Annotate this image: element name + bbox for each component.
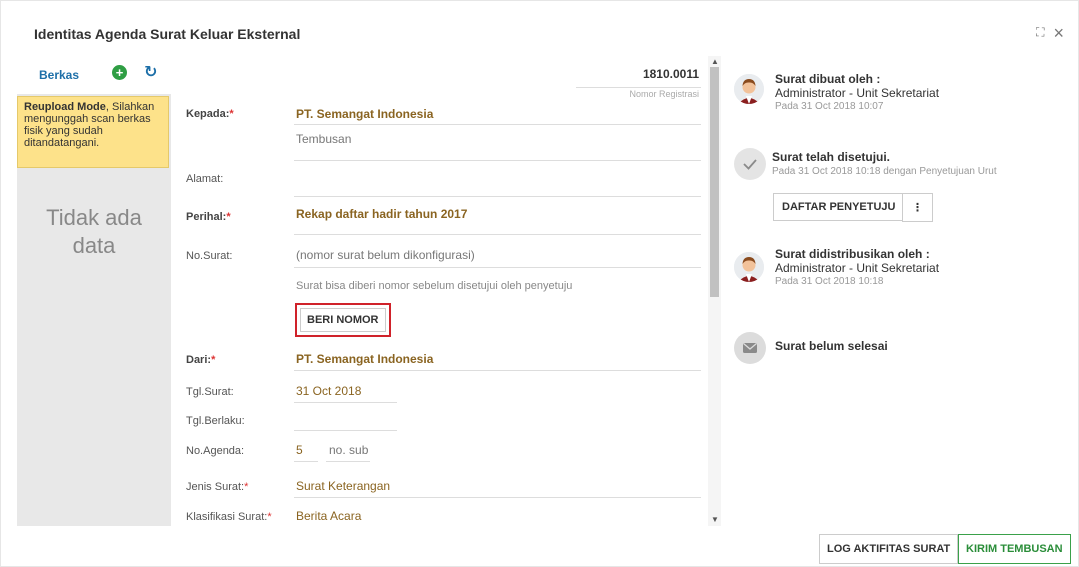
kirim-tembusan-button[interactable]: KIRIM TEMBUSAN [958,534,1071,564]
unfinished-title: Surat belum selesai [775,339,888,353]
header-icons: ⛶ × [1036,24,1064,42]
close-icon[interactable]: × [1053,24,1064,42]
more-options-button[interactable]: ⋮ [902,193,933,222]
no-agenda-underline [294,461,318,462]
dari-label: Dari:* [186,354,216,366]
registration-label: Nomor Registrasi [629,89,699,99]
nosurat-underline [294,267,701,268]
alamat-label: Alamat: [186,173,224,185]
alamat-field[interactable] [294,196,701,197]
form-scrollbar[interactable]: ▲ ▼ [708,56,721,526]
perihal-field[interactable]: Rekap daftar hadir tahun 2017 [296,207,467,221]
created-time: Pada 31 Oct 2018 10:07 [775,101,884,112]
tgl-berlaku-label: Tgl.Berlaku: [186,415,245,427]
nosurat-value: (nomor surat belum dikonfigurasi) [296,248,475,262]
empty-line1: Tidak ada [46,205,142,230]
klasifikasi-label: Klasifikasi Surat:* [186,511,272,523]
perihal-underline [294,234,701,235]
jenis-label: Jenis Surat:* [186,481,249,493]
nosurat-hint: Surat bisa diberi nomor sebelum disetuju… [296,280,573,292]
check-icon [734,148,766,180]
distributed-title: Surat didistribusikan oleh : [775,247,930,261]
attachments-panel: Berkas + ↻ Reupload Mode, Silahkan mengu… [17,56,171,526]
berkas-label: Berkas [39,68,80,82]
beri-nomor-highlight: BERI NOMOR [295,303,391,337]
empty-line2: data [72,233,116,258]
scroll-down-icon[interactable]: ▼ [711,515,719,524]
jenis-underline [294,497,701,498]
nosurat-label: No.Surat: [186,250,233,262]
tgl-surat-label: Tgl.Surat: [186,386,234,398]
empty-state: Tidak ada data [17,204,171,260]
notice-bold: Reupload Mode [24,101,106,113]
scroll-up-icon[interactable]: ▲ [711,57,719,66]
kepada-underline [294,124,701,125]
mail-icon [734,332,766,364]
distributed-by: Administrator - Unit Sekretariat [775,261,940,275]
scroll-thumb[interactable] [710,67,719,297]
no-agenda-field[interactable]: 5 [296,443,303,457]
tgl-surat-underline [294,402,397,403]
dari-field[interactable]: PT. Semangat Indonesia [296,352,433,366]
created-by: Administrator - Unit Sekretariat [775,86,940,100]
kepada-label: Kepada:* [186,108,234,120]
distributed-time: Pada 31 Oct 2018 10:18 [775,276,884,287]
registration-number: 1810.0011 [642,67,699,81]
tgl-berlaku-field[interactable] [294,430,397,431]
daftar-penyetuju-button[interactable]: DAFTAR PENYETUJU [773,193,905,221]
tgl-surat-field[interactable]: 31 Oct 2018 [296,384,361,398]
add-file-icon[interactable]: + [112,65,127,80]
dari-underline [294,370,701,371]
avatar [734,74,764,104]
perihal-label: Perihal:* [186,211,231,223]
created-title: Surat dibuat oleh : [775,72,881,86]
avatar [734,252,764,282]
no-agenda-label: No.Agenda: [186,445,245,457]
reupload-notice: Reupload Mode, Silahkan mengunggah scan … [17,96,169,168]
attachments-header: Berkas + ↻ [17,56,171,94]
beri-nomor-button[interactable]: BERI NOMOR [300,308,386,332]
no-sub-field[interactable]: no. sub [329,443,368,457]
modal-title: Identitas Agenda Surat Keluar Eksternal [34,26,301,42]
tembusan-field[interactable]: Tembusan [296,132,351,146]
approved-title: Surat telah disetujui. [772,150,891,164]
letter-form: 1810.0011 Nomor Registrasi Kepada:* PT. … [186,56,701,526]
klasifikasi-field[interactable]: Berita Acara [296,509,361,523]
tembusan-underline [294,160,701,161]
approved-time: Pada 31 Oct 2018 10:18 dengan Penyetujua… [772,166,997,177]
modal-dialog: Identitas Agenda Surat Keluar Eksternal … [0,0,1079,567]
kepada-field[interactable]: PT. Semangat Indonesia [296,107,433,121]
no-sub-underline [326,461,370,462]
refresh-icon[interactable]: ↻ [144,62,157,82]
jenis-field[interactable]: Surat Keterangan [296,479,390,493]
reg-underline [576,87,701,88]
log-aktifitas-button[interactable]: LOG AKTIFITAS SURAT [819,534,959,564]
expand-icon[interactable]: ⛶ [1036,25,1044,40]
